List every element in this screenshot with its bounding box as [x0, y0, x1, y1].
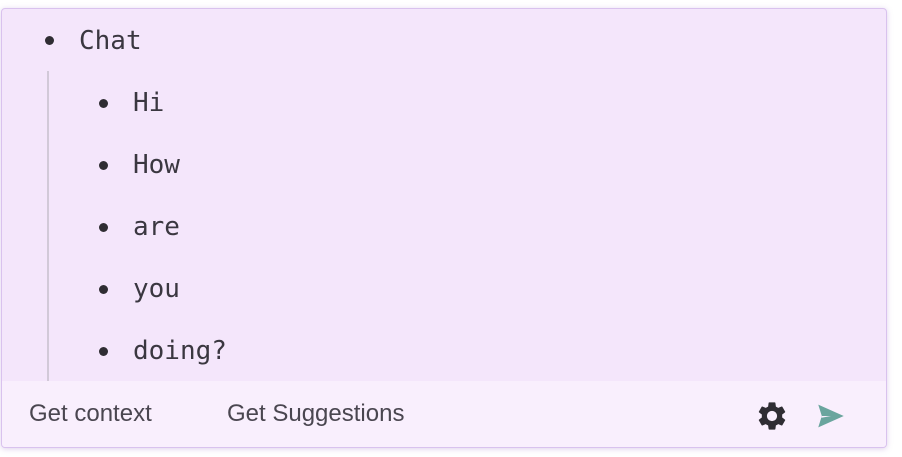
chat-footer-toolbar: Get context Get Suggestions	[2, 381, 886, 447]
outline-child-item[interactable]: doing?	[2, 333, 802, 369]
bullet-icon[interactable]	[99, 223, 108, 232]
outline-child-label[interactable]: How	[133, 147, 180, 183]
outline-child-label[interactable]: doing?	[133, 333, 227, 369]
outline-child-item[interactable]: are	[2, 209, 802, 245]
bullet-icon[interactable]	[45, 36, 54, 45]
outline-child-item[interactable]: Hi	[2, 85, 802, 121]
outline-child-label[interactable]: Hi	[133, 85, 164, 121]
chat-panel: Chat Hi How are you doing? Get context G…	[1, 8, 887, 448]
outline-child-label[interactable]: are	[133, 209, 180, 245]
get-suggestions-button[interactable]: Get Suggestions	[227, 381, 404, 447]
bullet-icon[interactable]	[99, 347, 108, 356]
outline-child-item[interactable]: How	[2, 147, 802, 183]
send-button[interactable]	[814, 399, 848, 433]
outline-child-label[interactable]: you	[133, 271, 180, 307]
outline-root-label[interactable]: Chat	[79, 23, 142, 59]
outline-child-item[interactable]: you	[2, 271, 802, 307]
bullet-icon[interactable]	[99, 285, 108, 294]
send-icon	[818, 404, 844, 428]
settings-button[interactable]	[755, 399, 789, 433]
get-context-button[interactable]: Get context	[29, 381, 152, 447]
bullet-icon[interactable]	[99, 99, 108, 108]
bullet-icon[interactable]	[99, 161, 108, 170]
gear-icon	[758, 402, 786, 430]
